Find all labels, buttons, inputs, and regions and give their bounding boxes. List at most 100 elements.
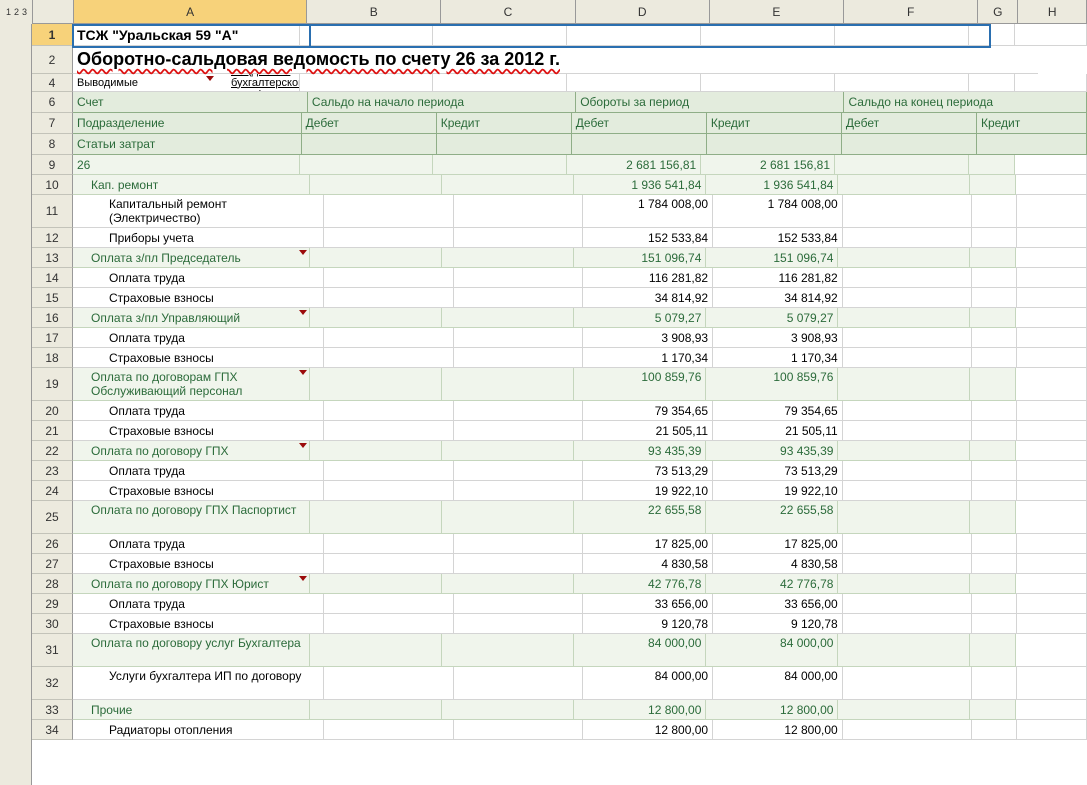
row-header-26[interactable]: 26 [32,534,73,554]
cell-label[interactable]: Оплата труда [73,268,324,288]
cell-debit-end[interactable] [843,461,973,481]
select-all-corner[interactable] [33,0,74,24]
cell-credit-end-part[interactable] [972,614,1016,634]
cell-empty[interactable] [454,534,584,554]
cell-debit-turnover[interactable]: 116 281,82 [583,268,713,288]
cell-empty[interactable] [310,175,442,195]
cell-debit-turnover[interactable]: 33 656,00 [583,594,713,614]
row-header-24[interactable]: 24 [32,481,73,501]
cell-g4[interactable] [969,74,1015,92]
cell-credit-turnover[interactable]: 116 281,82 [713,268,843,288]
cell-e4[interactable] [701,74,835,92]
cell-credit-turnover[interactable]: 151 096,74 [706,248,838,268]
cell-label[interactable]: Оплата по договору ГПХ [73,441,310,461]
cell-h[interactable] [1017,667,1087,700]
cell-a1-title[interactable]: ТСЖ "Уральская 59 "А" [73,24,300,46]
cell-debit-end[interactable] [838,368,970,401]
row-header-15[interactable]: 15 [32,288,73,308]
cell-credit-turnover[interactable]: 3 908,93 [713,328,843,348]
cell-label[interactable]: Оплата труда [73,401,324,421]
cell-credit-end-part[interactable] [970,175,1015,195]
cell-debit-turnover[interactable]: 152 533,84 [583,228,713,248]
row-header-34[interactable]: 34 [32,720,73,740]
cell-credit-turnover[interactable]: 21 505,11 [713,421,843,441]
cell-h[interactable] [1017,594,1087,614]
row-header-4[interactable]: 4 [32,74,73,92]
cell-credit-turnover[interactable]: 4 830,58 [713,554,843,574]
cell-label[interactable]: Услуги бухгалтера ИП по договору [73,667,324,700]
cell-debit-turnover[interactable]: 12 800,00 [574,700,706,720]
cell-debit-end[interactable] [838,501,970,534]
cell-empty[interactable] [300,155,434,175]
row-header-32[interactable]: 32 [32,667,73,700]
cell-credit-turnover[interactable]: 12 800,00 [706,700,838,720]
cell-debit-turnover[interactable]: 17 825,00 [583,534,713,554]
cell-label[interactable]: Оплата по договору ГПХ Юрист [73,574,310,594]
cell-credit-end-part[interactable] [972,534,1016,554]
cell-empty[interactable] [454,328,584,348]
cell-empty[interactable] [442,700,574,720]
cell-empty[interactable] [324,481,454,501]
cell-empty[interactable] [442,441,574,461]
col-header-f[interactable]: F [844,0,978,24]
hdr-debit-turn[interactable]: Дебет [572,113,707,134]
cell-debit-end[interactable] [843,348,973,368]
cell-empty[interactable] [454,268,584,288]
cell-debit-end[interactable] [843,594,973,614]
cell-empty[interactable] [433,155,567,175]
cell-empty[interactable] [324,594,454,614]
row-header-7[interactable]: 7 [32,113,73,134]
cell-debit-turnover[interactable]: 1 936 541,84 [574,175,706,195]
cell-empty[interactable] [310,501,442,534]
cell-credit-end-part[interactable] [970,441,1015,461]
cell-debit-turnover[interactable]: 5 079,27 [574,308,706,328]
cell-debit-end[interactable] [843,228,973,248]
cell-c1[interactable] [433,24,567,46]
cell-empty[interactable] [324,421,454,441]
outline-level-2[interactable]: 2 [14,7,19,17]
cell-h[interactable] [1017,614,1087,634]
cell-debit-turnover[interactable]: 22 655,58 [574,501,706,534]
cell-empty[interactable] [324,614,454,634]
cell-debit-end[interactable] [843,534,973,554]
cell-empty[interactable] [324,195,454,228]
row-header-31[interactable]: 31 [32,634,73,667]
cell-debit-turnover[interactable]: 93 435,39 [574,441,706,461]
cell-debit-end[interactable] [838,308,970,328]
cell-label[interactable]: Страховые взносы [73,348,324,368]
cell-debit-turnover[interactable]: 4 830,58 [583,554,713,574]
cell-empty[interactable] [324,667,454,700]
row-header-8[interactable]: 8 [32,134,73,155]
cell-debit-end[interactable] [843,401,973,421]
cell-empty[interactable] [454,667,584,700]
cell-credit-turnover[interactable]: 93 435,39 [706,441,838,461]
cell-h[interactable] [1017,720,1087,740]
cell-empty[interactable] [324,268,454,288]
cell-debit-turnover[interactable]: 9 120,78 [583,614,713,634]
cell-credit-turnover[interactable]: 9 120,78 [713,614,843,634]
cell-h[interactable] [1016,501,1087,534]
cell-debit-turnover[interactable]: 100 859,76 [574,368,706,401]
cell-debit-turnover[interactable]: 19 922,10 [583,481,713,501]
cell-credit-turnover[interactable]: 73 513,29 [713,461,843,481]
cell-credit-turnover[interactable]: 84 000,00 [713,667,843,700]
cell-label[interactable]: Кап. ремонт [73,175,310,195]
hdr-cost-items[interactable]: Статьи затрат [73,134,302,155]
col-header-c[interactable]: C [441,0,575,24]
cell-debit-end[interactable] [843,481,973,501]
cell-a4-output-label[interactable]: Выводимые БУ (данные бухгалтерского учет… [73,74,300,92]
cell-credit-end-part[interactable] [972,328,1016,348]
cell-d1[interactable] [567,24,701,46]
cell-label[interactable]: Страховые взносы [73,554,324,574]
cell-empty[interactable] [454,594,584,614]
cell-b4[interactable] [300,74,434,92]
cell-empty[interactable] [454,720,584,740]
cell-empty[interactable] [310,368,442,401]
cell-label[interactable]: Капитальный ремонт (Электричество) [73,195,324,228]
cell-h[interactable] [1017,401,1087,421]
cell-debit-turnover[interactable]: 151 096,74 [574,248,706,268]
cell-credit-end-part[interactable] [970,700,1015,720]
cell-credit-end-part[interactable] [972,195,1016,228]
cell-label[interactable]: Страховые взносы [73,481,324,501]
cell-b1[interactable] [300,24,434,46]
